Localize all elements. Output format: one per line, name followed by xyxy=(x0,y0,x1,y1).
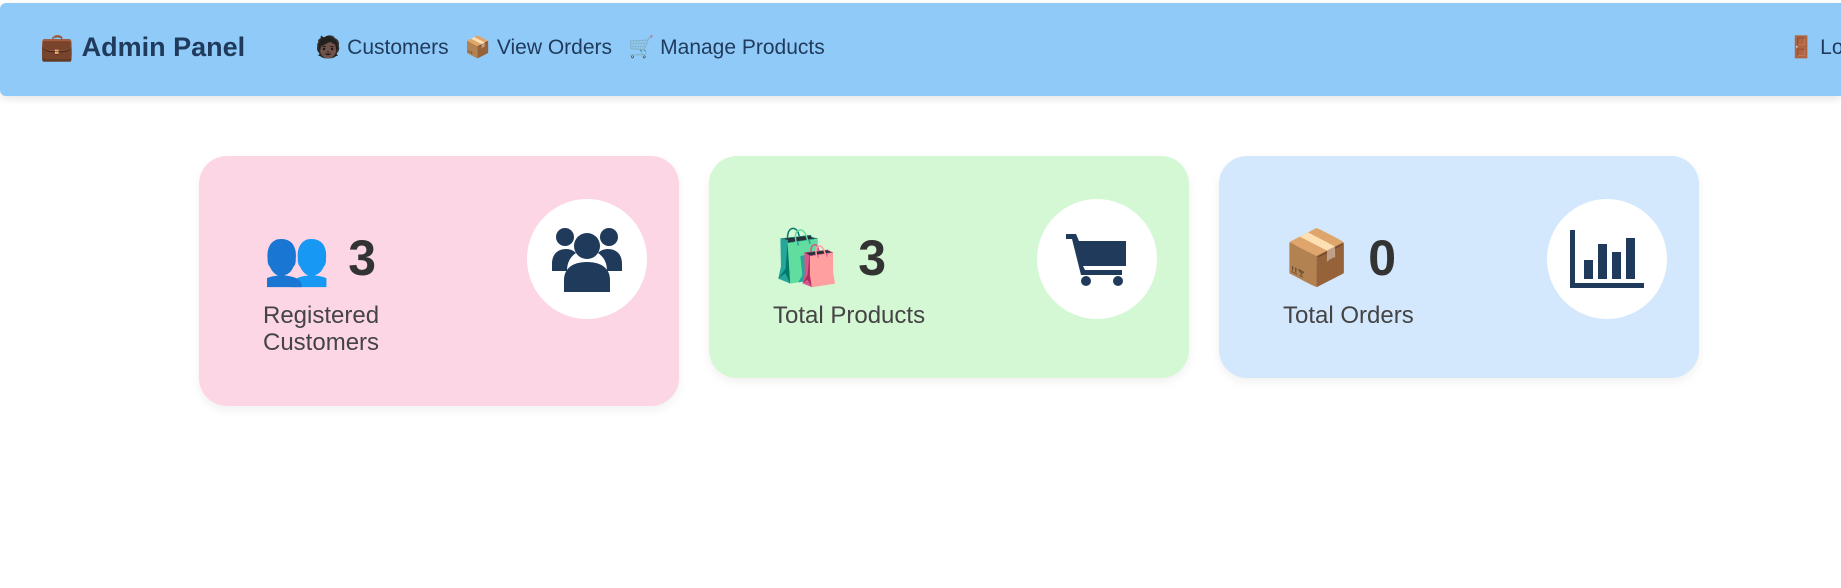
shopping-cart-icon: 🛒 xyxy=(628,36,655,59)
door-icon: 🚪 xyxy=(1788,36,1815,59)
brand[interactable]: 💼 Admin Panel xyxy=(40,31,245,63)
stat-card-products: 🛍️ 3 Total Products xyxy=(709,156,1189,378)
nav-link-label: View Orders xyxy=(496,36,612,59)
brand-title: Admin Panel xyxy=(81,31,246,62)
stat-card-header: 📦 0 xyxy=(1283,228,1396,288)
nav-link-customers[interactable]: 🧑🏿 Customers xyxy=(315,36,449,60)
users-icon xyxy=(527,199,647,319)
logout-link[interactable]: 🚪 Logout xyxy=(1788,36,1841,60)
customers-count: 3 xyxy=(348,230,377,286)
stat-card-customers: 👥 3 Registered Customers xyxy=(199,156,679,406)
stat-card-header: 👥 3 xyxy=(263,228,376,288)
people-icon: 👥 xyxy=(263,228,331,288)
package-icon: 📦 xyxy=(1283,228,1351,288)
shopping-bags-icon: 🛍️ xyxy=(773,228,841,288)
customers-label: Registered Customers xyxy=(263,302,380,356)
nav-link-label: Manage Products xyxy=(660,36,825,59)
bar-chart-icon xyxy=(1547,199,1667,319)
logout-label: Logout xyxy=(1820,36,1841,59)
nav-links: 🧑🏿 Customers 📦 View Orders 🛒 Manage Prod… xyxy=(315,36,841,60)
orders-label: Total Orders xyxy=(1283,302,1414,329)
nav-link-manage-products[interactable]: 🛒 Manage Products xyxy=(628,36,825,60)
orders-count: 0 xyxy=(1368,230,1397,286)
top-navbar: 💼 Admin Panel 🧑🏿 Customers 📦 View Orders… xyxy=(0,3,1841,96)
person-icon: 🧑🏿 xyxy=(315,36,342,59)
nav-link-label: Customers xyxy=(347,36,449,59)
products-label: Total Products xyxy=(773,302,926,329)
package-icon: 📦 xyxy=(464,36,491,59)
cart-icon xyxy=(1037,199,1157,319)
stat-card-header: 🛍️ 3 xyxy=(773,228,886,288)
briefcase-icon: 💼 xyxy=(40,32,74,62)
products-count: 3 xyxy=(858,230,887,286)
nav-link-view-orders[interactable]: 📦 View Orders xyxy=(465,36,612,60)
stat-card-orders: 📦 0 Total Orders xyxy=(1219,156,1699,378)
